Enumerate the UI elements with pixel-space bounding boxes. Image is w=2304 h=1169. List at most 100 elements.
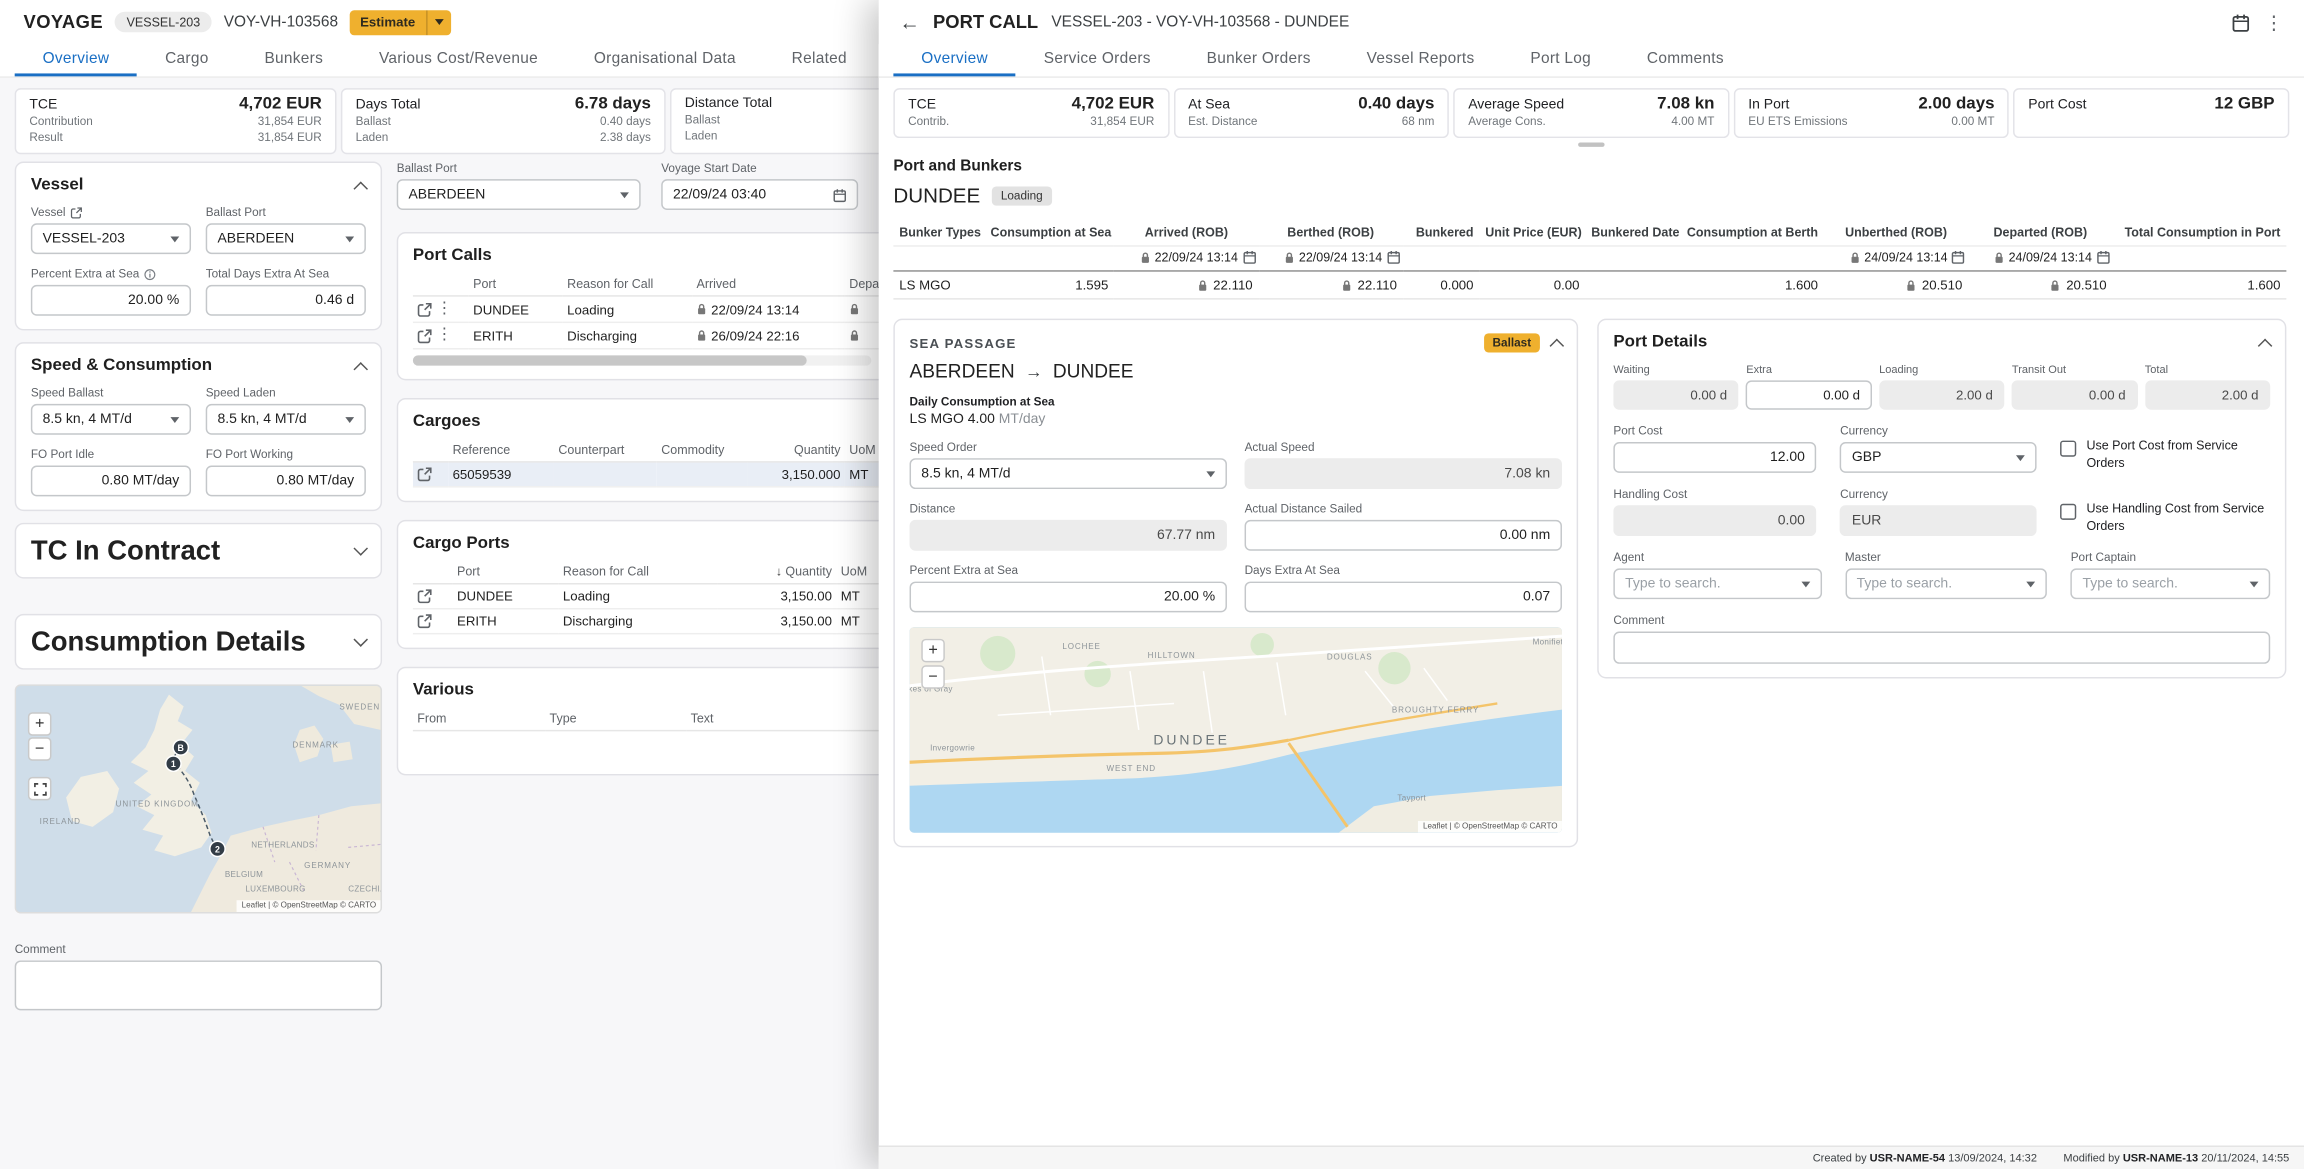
column-header-type[interactable]: Type <box>545 706 686 730</box>
percent-extra-at-sea-input[interactable]: 20.00 % <box>31 285 191 316</box>
bunkered-date-cell[interactable] <box>1585 271 1679 299</box>
zoom-out-button[interactable]: − <box>921 665 945 688</box>
open-record-icon[interactable] <box>417 467 432 482</box>
row-menu-icon[interactable]: ⋮ <box>436 301 452 317</box>
column-header-port[interactable]: Port <box>453 560 559 584</box>
voyage-route-map[interactable]: SWEDEN DENMARK UNITED KINGDOM IRELAND NE… <box>15 684 382 913</box>
map-attribution[interactable]: Leaflet | © OpenStreetMap © CARTO <box>237 900 380 912</box>
expand-chevron-icon[interactable] <box>353 541 368 556</box>
speed-laden-select[interactable]: 8.5 kn, 4 MT/d <box>206 404 366 435</box>
ballast-port-select-mid[interactable]: ABERDEEN <box>397 179 641 210</box>
port-captain-select[interactable]: Type to search. <box>2071 568 2270 599</box>
consumption-details-card[interactable]: Consumption Details <box>15 614 382 670</box>
horizontal-scrollbar[interactable] <box>413 355 871 365</box>
back-button[interactable]: ← <box>899 10 920 33</box>
tab-various-cost-revenue[interactable]: Various Cost/Revenue <box>351 44 566 76</box>
collapse-chevron-icon[interactable] <box>353 361 368 376</box>
map-marker-1[interactable]: 1 <box>166 756 181 771</box>
master-select[interactable]: Type to search. <box>1845 568 2047 599</box>
unberthed-rob-cell[interactable]: 20.510 <box>1830 278 1963 293</box>
map-marker-2[interactable]: 2 <box>210 841 225 856</box>
column-header-commodity[interactable]: Commodity <box>657 438 748 462</box>
departed-datetime[interactable]: 24/09/24 13:14 <box>1971 250 2109 265</box>
bunker-row[interactable]: LS MGO 1.595 22.110 22.110 0.000 0.00 1.… <box>893 271 2286 299</box>
tab-overview[interactable]: Overview <box>893 44 1015 76</box>
calendar-icon[interactable] <box>1387 250 1400 265</box>
lock-icon[interactable] <box>1341 278 1351 291</box>
column-header-arrived[interactable]: Arrived <box>692 272 845 296</box>
lock-icon[interactable] <box>1994 250 2004 263</box>
tab-related[interactable]: Related <box>764 44 875 76</box>
berthed-datetime[interactable]: 22/09/24 13:14 <box>1261 250 1399 265</box>
tab-vessel-reports[interactable]: Vessel Reports <box>1339 44 1503 76</box>
fullscreen-button[interactable] <box>28 777 52 800</box>
port-cost-input[interactable]: 12.00 <box>1613 442 1816 473</box>
port-call-row[interactable]: ⋮ ERITH Discharging 26/09/24 22:16 <box>413 322 888 348</box>
departed-rob-cell[interactable]: 20.510 <box>1974 278 2107 293</box>
map-marker-ballast[interactable]: B <box>173 740 188 755</box>
lock-icon[interactable] <box>696 303 706 316</box>
zoom-out-button[interactable]: − <box>28 737 52 760</box>
collapse-chevron-icon[interactable] <box>1550 339 1565 354</box>
more-options-icon[interactable]: ⋮ <box>2264 12 2283 31</box>
tab-comments[interactable]: Comments <box>1619 44 1752 76</box>
calendar-icon[interactable] <box>2232 12 2250 31</box>
calendar-icon[interactable] <box>1242 250 1255 265</box>
open-record-icon[interactable] <box>417 302 432 317</box>
column-header-from[interactable]: From <box>413 706 545 730</box>
expand-chevron-icon[interactable] <box>353 632 368 647</box>
tab-port-log[interactable]: Port Log <box>1502 44 1619 76</box>
port-call-row[interactable]: ⋮ DUNDEE Loading 22/09/24 13:14 <box>413 296 888 322</box>
speed-ballast-select[interactable]: 8.5 kn, 4 MT/d <box>31 404 191 435</box>
column-header-text[interactable]: Text <box>686 706 887 730</box>
zoom-in-button[interactable]: + <box>921 639 945 662</box>
calendar-icon[interactable] <box>2096 250 2109 265</box>
calendar-icon[interactable] <box>833 187 846 202</box>
collapse-chevron-icon[interactable] <box>353 181 368 196</box>
checkbox-icon[interactable] <box>2060 504 2076 520</box>
zoom-in-button[interactable]: + <box>28 712 52 735</box>
use-handling-cost-checkbox-row[interactable]: Use Handling Cost from Service Orders <box>2060 501 2270 535</box>
cargo-port-row[interactable]: ERITH Discharging 3,150.00 MT <box>413 609 888 634</box>
open-record-icon[interactable] <box>417 589 432 604</box>
open-in-new-icon[interactable] <box>70 206 82 218</box>
tab-bunkers[interactable]: Bunkers <box>237 44 351 76</box>
column-header-reason[interactable]: Reason for Call <box>563 272 692 296</box>
kpi-strip-resize-handle[interactable] <box>1578 142 1604 146</box>
column-header-reference[interactable]: Reference <box>448 438 554 462</box>
column-header-counterpart[interactable]: Counterpart <box>554 438 657 462</box>
collapse-chevron-icon[interactable] <box>2258 338 2273 353</box>
tab-overview[interactable]: Overview <box>15 44 137 76</box>
row-menu-icon[interactable]: ⋮ <box>436 327 452 343</box>
vessel-select[interactable]: VESSEL-203 <box>31 223 191 254</box>
actual-distance-sailed-input[interactable]: 0.00 nm <box>1245 520 1562 551</box>
column-header-reason[interactable]: Reason for Call <box>558 560 717 584</box>
lock-icon[interactable] <box>1197 278 1207 291</box>
lock-icon[interactable] <box>696 329 706 342</box>
cargo-port-row[interactable]: DUNDEE Loading 3,150.00 MT <box>413 584 888 609</box>
use-port-cost-checkbox-row[interactable]: Use Port Cost from Service Orders <box>2060 438 2270 472</box>
currency-select[interactable]: GBP <box>1840 442 2036 473</box>
bunkered-cell[interactable]: 0.000 <box>1403 271 1480 299</box>
arrived-datetime[interactable]: 22/09/24 13:14 <box>1117 250 1255 265</box>
agent-select[interactable]: Type to search. <box>1613 568 1821 599</box>
total-days-extra-input[interactable]: 0.46 d <box>206 285 366 316</box>
lock-icon[interactable] <box>849 329 859 342</box>
tab-service-orders[interactable]: Service Orders <box>1016 44 1179 76</box>
arrived-rob-cell[interactable]: 22.110 <box>1120 278 1253 293</box>
info-icon[interactable] <box>144 268 156 280</box>
unberthed-datetime[interactable]: 24/09/24 13:14 <box>1827 250 1965 265</box>
column-header-quantity[interactable]: Quantity <box>748 438 845 462</box>
open-record-icon[interactable] <box>417 328 432 343</box>
lock-icon[interactable] <box>849 303 859 316</box>
speed-order-select[interactable]: 8.5 kn, 4 MT/d <box>910 458 1227 489</box>
tab-cargo[interactable]: Cargo <box>137 44 236 76</box>
lock-icon[interactable] <box>2050 278 2060 291</box>
dundee-map[interactable]: Invergowrie LOCHEE HILLTOWN DUNDEE WEST … <box>910 627 1562 833</box>
days-extra-at-sea-input[interactable]: 0.07 <box>1245 582 1562 613</box>
port-details-comment-input[interactable] <box>1613 631 2270 663</box>
lock-icon[interactable] <box>1906 278 1916 291</box>
tc-in-contract-card[interactable]: TC In Contract <box>15 523 382 579</box>
checkbox-icon[interactable] <box>2060 441 2076 457</box>
map-attribution[interactable]: Leaflet | © OpenStreetMap © CARTO <box>1419 821 1562 833</box>
